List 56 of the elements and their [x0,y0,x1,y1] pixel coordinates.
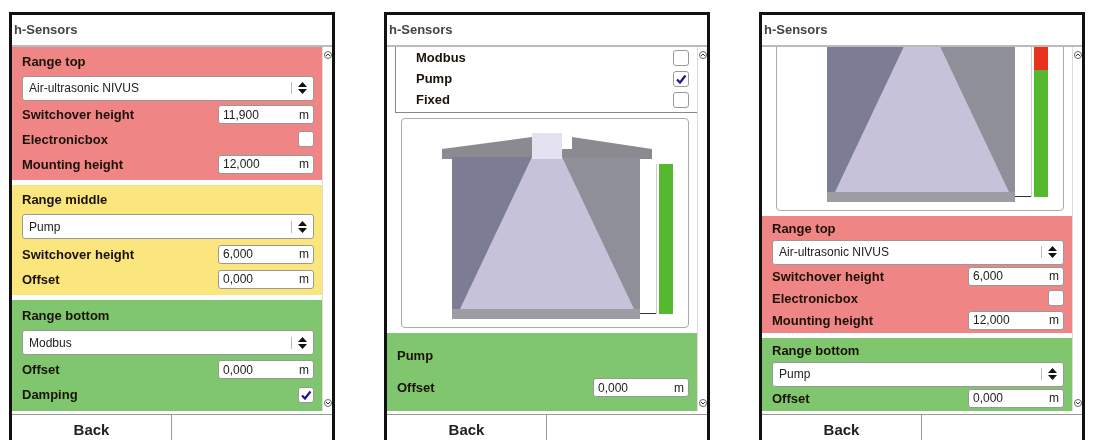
scroll-up-icon[interactable] [323,51,332,59]
checkbox[interactable] [298,386,314,403]
checkbox[interactable] [673,49,689,66]
section-heading: Range bottom [22,307,110,323]
field-label: Switchover height [772,268,884,284]
dropdown[interactable]: Air-ultrasonic NIVUS [772,239,1064,265]
number-field[interactable]: 6,000 m [968,266,1064,286]
scrollbar[interactable] [1072,47,1082,411]
option-label: Pump [416,71,453,86]
updown-arrows-icon [291,336,307,349]
dropdown[interactable]: Modbus [22,330,314,356]
checkbox[interactable] [298,131,314,148]
field-label: Offset [22,271,60,287]
dropdown[interactable]: Pump [22,214,314,240]
number-field[interactable]: 0,000 m [593,378,689,398]
number-field[interactable]: 6,000 m [218,244,314,264]
updown-arrows-icon [291,82,307,95]
field-label: Mounting height [772,312,874,328]
scroll-down-icon[interactable] [323,399,332,407]
checkbox-label: Electronicbox [772,290,858,306]
dropdown[interactable]: Air-ultrasonic NIVUS [22,75,314,101]
updown-arrows-icon [291,220,307,233]
number-field[interactable]: 0,000 m [218,269,314,289]
scroll-down-icon[interactable] [698,399,707,407]
section-heading: Range middle [22,192,108,208]
scroll-up-icon[interactable] [1073,51,1082,59]
number-field[interactable]: 12,000 m [218,154,314,174]
option-label: Modbus [416,50,466,65]
field-label: Switchover height [22,246,134,262]
updown-arrows-icon [1041,246,1057,258]
number-field[interactable]: 0,000 m [218,360,314,380]
checkbox[interactable] [673,91,689,108]
field-label: Offset [22,362,60,378]
field-label: Switchover height [22,107,134,123]
field-label: Mounting height [22,156,124,172]
section-heading: Range bottom [772,342,860,358]
scrollbar[interactable] [697,47,707,411]
section-heading: Pump [397,347,434,363]
section-heading: Range top [22,54,86,70]
field-label: Offset [772,390,810,406]
screen-title: h-Sensors [387,15,707,47]
scrollbar[interactable] [322,47,332,411]
field-label: Offset [397,380,435,396]
section-heading: Range top [772,220,836,236]
checkbox-label: Electronicbox [22,131,108,147]
checkbox[interactable] [1048,290,1064,306]
number-field[interactable]: 0,000 m [968,388,1064,408]
scroll-down-icon[interactable] [1073,399,1082,407]
checkbox[interactable] [673,70,689,87]
checkbox-label: Damping [22,387,78,403]
number-field[interactable]: 12,000 m [968,310,1064,330]
updown-arrows-icon [1041,368,1057,380]
option-label: Fixed [416,92,450,107]
number-field[interactable]: 11,900 m [218,105,314,125]
dropdown[interactable]: Pump [772,361,1064,387]
scroll-up-icon[interactable] [698,51,707,59]
